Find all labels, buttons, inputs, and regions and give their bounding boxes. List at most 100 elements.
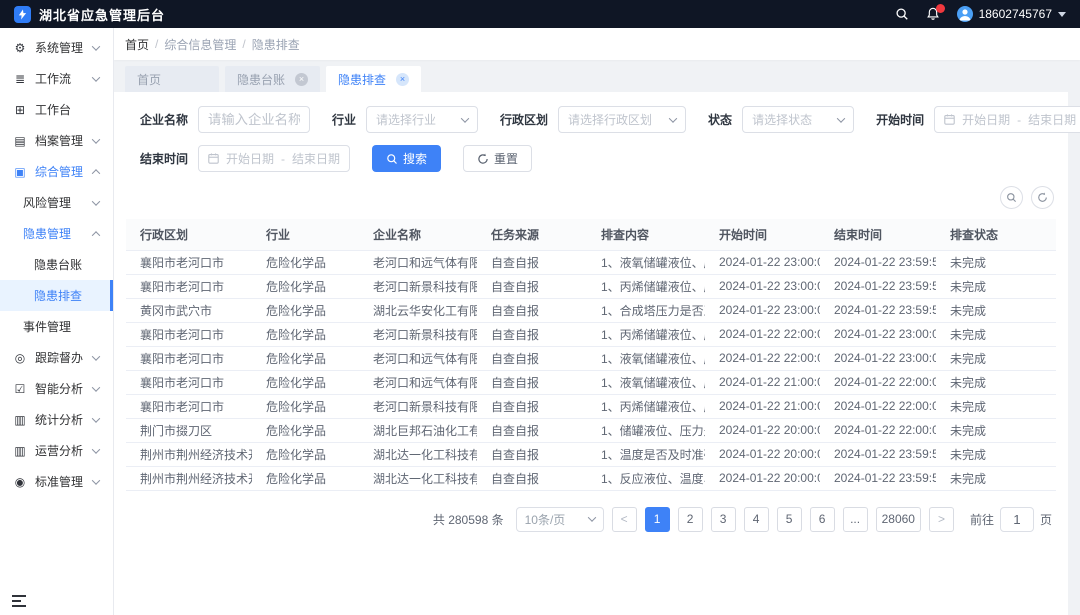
- table-refresh-button[interactable]: [1031, 186, 1054, 209]
- table-cell: 未完成: [936, 322, 1056, 346]
- intelligent-analysis-icon: ☑: [13, 382, 27, 396]
- notification-bell-icon[interactable]: [926, 7, 941, 22]
- tab-hidden-danger-inspection[interactable]: 隐患排查 ×: [326, 66, 421, 92]
- sidebar-item-archive-management[interactable]: ▤档案管理: [0, 125, 113, 156]
- table-row: 襄阳市老河口市危险化学品老河口新景科技有限责任...自查自报1、丙烯储罐液位、压…: [126, 394, 1056, 418]
- pager-ellipsis[interactable]: ...: [843, 507, 868, 532]
- page-button-28060[interactable]: 28060: [876, 507, 921, 532]
- search-button[interactable]: 搜索: [372, 145, 441, 172]
- table-cell: 未完成: [936, 298, 1056, 322]
- filter-status-label: 状态: [708, 111, 732, 128]
- table-cell: 2024-01-22 23:59:59: [820, 274, 936, 298]
- end-time-range-picker[interactable]: 开始日期 - 结束日期: [198, 145, 350, 172]
- table-row: 襄阳市老河口市危险化学品老河口新景科技有限责任...自查自报1、丙烯储罐液位、压…: [126, 274, 1056, 298]
- sidebar-item-workbench[interactable]: ⊞工作台: [0, 94, 113, 125]
- sidebar-item-hidden-danger-ledger[interactable]: 隐患台账: [0, 249, 113, 280]
- table-cell: 未完成: [936, 274, 1056, 298]
- close-icon[interactable]: ×: [295, 73, 308, 86]
- sidebar-item-label: 运营分析: [35, 442, 83, 459]
- table-cell: 自查自报: [477, 274, 587, 298]
- user-phone: 18602745767: [979, 7, 1052, 21]
- collapse-sidebar-icon[interactable]: [12, 595, 26, 607]
- tab-label: 首页: [137, 71, 161, 88]
- chevron-down-icon: [837, 114, 845, 122]
- breadcrumb-item[interactable]: 隐患排查: [252, 36, 300, 53]
- close-icon[interactable]: ×: [396, 73, 409, 86]
- app-logo: [14, 6, 31, 23]
- page-button-5[interactable]: 5: [777, 507, 802, 532]
- filter-industry: 行业 请选择行业: [332, 106, 478, 133]
- table-cell: 危险化学品: [252, 466, 359, 490]
- avatar: [957, 6, 973, 22]
- tab-hidden-danger-ledger[interactable]: 隐患台账×: [225, 66, 320, 92]
- breadcrumb-item[interactable]: 综合信息管理: [164, 36, 236, 53]
- table-cell: 2024-01-22 22:00:00: [820, 370, 936, 394]
- sidebar-item-label: 智能分析: [35, 380, 83, 397]
- sidebar-item-intelligent-analysis[interactable]: ☑ 智能分析: [0, 373, 113, 404]
- industry-select[interactable]: 请选择行业: [366, 106, 478, 133]
- tab-home[interactable]: 首页: [125, 66, 219, 92]
- start-date-placeholder: 开始日期: [226, 150, 274, 167]
- sidebar-item-system-management[interactable]: ⚙系统管理: [0, 32, 113, 63]
- next-page-button[interactable]: >: [929, 507, 954, 532]
- sidebar-item-event-management[interactable]: 事件管理: [0, 311, 113, 342]
- table-row: 襄阳市老河口市危险化学品老河口和远气体有限公司自查自报1、液氧储罐液位、压力..…: [126, 250, 1056, 274]
- page-buttons: 123456... 28060: [645, 507, 921, 532]
- table-cell: 自查自报: [477, 346, 587, 370]
- sidebar-item-risk-management[interactable]: 风险管理: [0, 187, 113, 218]
- tab-label: 隐患排查: [338, 71, 386, 88]
- prev-page-button[interactable]: <: [612, 507, 637, 532]
- sidebar-item-label: 隐患台账: [34, 256, 82, 273]
- page-size-value: 10条/页: [525, 511, 566, 528]
- region-select[interactable]: 请选择行政区划: [558, 106, 686, 133]
- company-name-input[interactable]: [198, 106, 310, 133]
- start-time-range-picker[interactable]: 开始日期 - 结束日期: [934, 106, 1080, 133]
- table-cell: 老河口新景科技有限责任...: [359, 394, 477, 418]
- status-select[interactable]: 请选择状态: [742, 106, 854, 133]
- filter-end-time: 结束时间 开始日期 - 结束日期: [140, 145, 350, 172]
- breadcrumb-item[interactable]: 首页: [125, 36, 149, 53]
- table-cell: 自查自报: [477, 298, 587, 322]
- sidebar-item-standard-management[interactable]: ◉标准管理: [0, 466, 113, 497]
- sidebar-item-comprehensive-management[interactable]: ▣综合管理: [0, 156, 113, 187]
- breadcrumb: 首页/综合信息管理/隐患排查: [114, 28, 1080, 60]
- tracking-icon: ◎: [13, 351, 27, 365]
- filter-company: 企业名称: [140, 106, 310, 133]
- page-button-2[interactable]: 2: [678, 507, 703, 532]
- table-cell: 自查自报: [477, 322, 587, 346]
- table-search-button[interactable]: [1000, 186, 1023, 209]
- table-cell: 危险化学品: [252, 442, 359, 466]
- page-button-1[interactable]: 1: [645, 507, 670, 532]
- table-cell: 自查自报: [477, 466, 587, 490]
- table-cell: 荆门市掇刀区: [126, 418, 252, 442]
- column-header: 行政区划: [126, 219, 252, 250]
- table-cell: 2024-01-22 22:00:00: [705, 346, 820, 370]
- comprehensive-icon: ▣: [13, 165, 27, 179]
- column-header: 排查内容: [587, 219, 705, 250]
- sidebar-item-hidden-danger-inspection[interactable]: 隐患排查: [0, 280, 113, 311]
- jump-page-input[interactable]: [1000, 507, 1034, 532]
- table-cell: 1、液氧储罐液位、压力...: [587, 346, 705, 370]
- sidebar-item-statistical-analysis[interactable]: ▥统计分析: [0, 404, 113, 435]
- sidebar-item-hidden-danger-management[interactable]: 隐患管理: [0, 218, 113, 249]
- chevron-down-icon: [92, 476, 100, 484]
- table-cell: 2024-01-22 23:59:59: [820, 466, 936, 490]
- page-button-6[interactable]: 6: [810, 507, 835, 532]
- column-header: 企业名称: [359, 219, 477, 250]
- column-header: 任务来源: [477, 219, 587, 250]
- page-button-4[interactable]: 4: [744, 507, 769, 532]
- user-menu[interactable]: 18602745767: [957, 6, 1066, 22]
- sidebar-item-tracking-supervision[interactable]: ◎跟踪督办: [0, 342, 113, 373]
- sidebar-item-operation-analysis[interactable]: ▥运营分析: [0, 435, 113, 466]
- sidebar-item-workflow[interactable]: ≣工作流: [0, 63, 113, 94]
- column-header: 排查状态: [936, 219, 1056, 250]
- table-cell: 未完成: [936, 466, 1056, 490]
- page-button-3[interactable]: 3: [711, 507, 736, 532]
- reset-button[interactable]: 重置: [463, 145, 532, 172]
- page-size-select[interactable]: 10条/页: [516, 507, 604, 532]
- table-cell: 2024-01-22 23:59:59: [820, 250, 936, 274]
- table-cell: 自查自报: [477, 250, 587, 274]
- pagination: 共 280598 条 10条/页 < 123456...28060 > 前往 页: [126, 491, 1056, 532]
- sidebar: ⚙系统管理≣工作流⊞工作台▤档案管理▣综合管理风险管理隐患管理隐患台账隐患排查事…: [0, 28, 114, 615]
- search-icon[interactable]: [895, 7, 910, 22]
